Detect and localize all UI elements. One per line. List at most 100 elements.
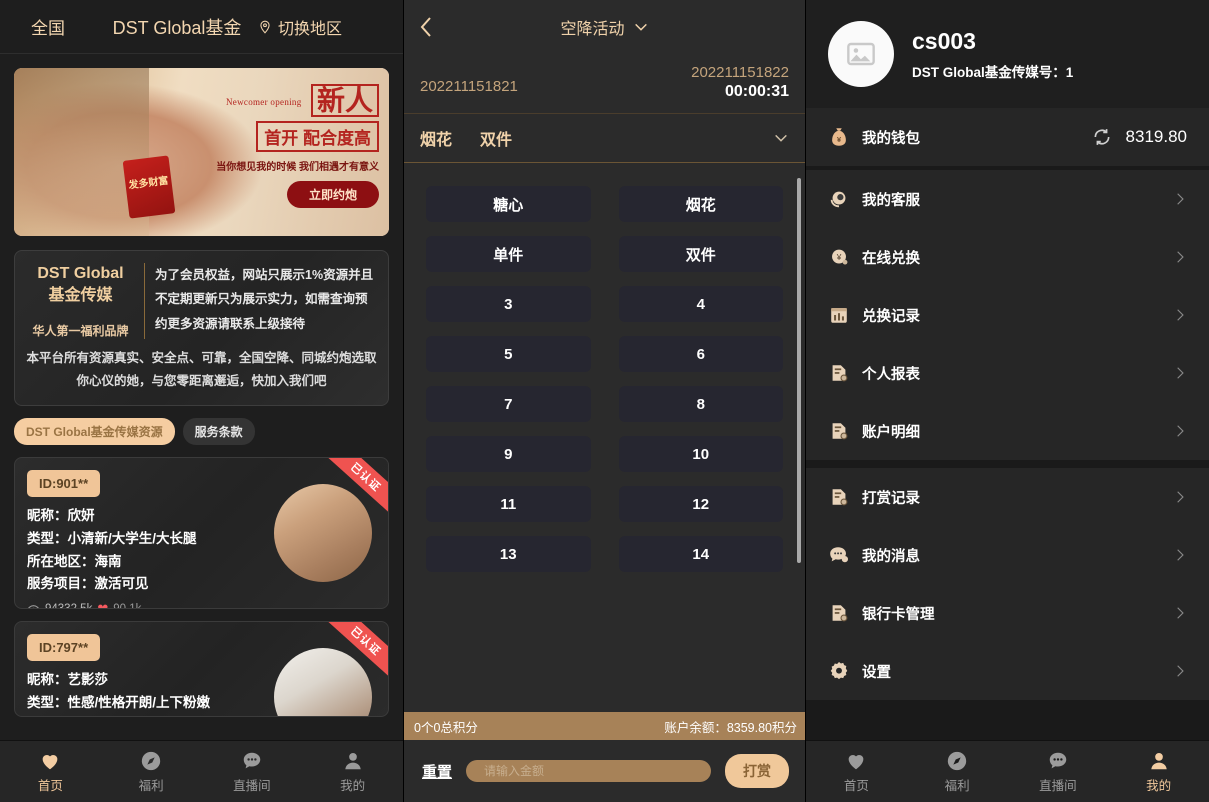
bet-option-button[interactable]: 11 bbox=[426, 486, 591, 522]
previous-round-id: 202211151821 bbox=[420, 78, 518, 95]
profile-stats: 94332.5k ❤ 90.1k bbox=[27, 601, 376, 609]
tag-resources[interactable]: DST Global基金传媒资源 bbox=[14, 418, 175, 446]
sidebar-item-mine[interactable]: 我的 bbox=[302, 741, 403, 802]
info-brand-line2: 基金传媒 bbox=[48, 286, 113, 304]
nav-label: 福利 bbox=[138, 778, 164, 793]
bet-option-button[interactable]: 单件 bbox=[426, 236, 591, 272]
nickname-label: 昵称： bbox=[27, 508, 68, 524]
wallet-row[interactable]: ¥ 我的钱包 8319.80 bbox=[806, 108, 1209, 166]
current-round-id: 202211151822 bbox=[691, 64, 789, 81]
right-bottom-nav: 首页 福利 直播间 我的 bbox=[806, 740, 1209, 802]
bet-option-button[interactable]: 14 bbox=[618, 536, 783, 572]
chevron-right-icon bbox=[1177, 425, 1184, 437]
amount-input[interactable] bbox=[466, 760, 711, 782]
sidebar-item-welfare[interactable]: 福利 bbox=[907, 741, 1008, 802]
likes-count: 90.1k bbox=[113, 603, 142, 610]
menu-item-yen-coin[interactable]: ¥ 在线兑换 bbox=[806, 228, 1209, 286]
service-value: 激活可见 bbox=[94, 576, 149, 592]
banner-cta-button[interactable]: 立即约炮 bbox=[286, 181, 379, 209]
sidebar-item-liveroom[interactable]: 直播间 bbox=[1008, 741, 1109, 802]
chevron-right-icon bbox=[1177, 193, 1184, 205]
sidebar-item-welfare[interactable]: 福利 bbox=[101, 741, 202, 802]
bet-option-button[interactable]: 13 bbox=[426, 536, 591, 572]
menu-item-label: 在线兑换 bbox=[862, 250, 920, 267]
chevron-right-icon bbox=[1177, 491, 1184, 503]
sidebar-item-home[interactable]: 首页 bbox=[806, 741, 907, 802]
countdown-timer: 00:00:31 bbox=[724, 83, 789, 100]
menu-item-label: 个人报表 bbox=[862, 366, 920, 383]
scrollbar[interactable] bbox=[797, 178, 801, 563]
menu-item-label: 设置 bbox=[862, 664, 891, 681]
info-bottom-text: 本平台所有资源真实、安全点、可靠，全国空降、同城约炮选取你心仪的她，与您零距离邂… bbox=[26, 351, 377, 389]
profile-id-badge: ID:797** bbox=[27, 634, 101, 662]
menu-item-headset[interactable]: 我的客服 bbox=[806, 170, 1209, 228]
category-row[interactable]: 烟花 双件 bbox=[404, 114, 805, 163]
points-selected: 0个0总积分 bbox=[414, 720, 478, 735]
chat-bubble-icon bbox=[830, 547, 848, 563]
menu-item-document[interactable]: 个人报表 bbox=[806, 344, 1209, 402]
submit-reward-button[interactable]: 打赏 bbox=[725, 754, 789, 788]
account-name: cs003 bbox=[912, 27, 976, 54]
bet-option-button[interactable]: 烟花 bbox=[618, 186, 783, 222]
document-icon bbox=[832, 423, 848, 440]
list-item[interactable]: 已认证 ID:901** 昵称：欣妍 类型：小清新/大学生/大长腿 所在地区：海… bbox=[14, 457, 389, 610]
location-pin-icon bbox=[260, 20, 270, 34]
sidebar-item-liveroom[interactable]: 直播间 bbox=[202, 741, 303, 802]
bet-option-button[interactable]: 3 bbox=[426, 286, 591, 322]
tag-terms[interactable]: 服务条款 bbox=[182, 418, 255, 446]
bet-grid-inner: 糖心 烟花 单件 双件 3 4 5 6 7 8 9 10 11 12 13 14 bbox=[426, 186, 783, 572]
left-panel-home: 全国 DST Global基金 切换地区 发多财富 Newcomer openi… bbox=[0, 0, 403, 802]
region-selector[interactable]: 全国 bbox=[0, 14, 96, 39]
profile-photo bbox=[274, 648, 372, 717]
chevron-down-icon[interactable] bbox=[773, 130, 789, 146]
bet-option-button[interactable]: 糖心 bbox=[426, 186, 591, 222]
avatar[interactable] bbox=[828, 21, 894, 87]
bet-option-button[interactable]: 6 bbox=[618, 336, 783, 372]
bet-option-button[interactable]: 4 bbox=[618, 286, 783, 322]
menu-item-document[interactable]: 打赏记录 bbox=[806, 468, 1209, 526]
profile-id-badge: ID:901** bbox=[27, 470, 101, 498]
sidebar-item-mine[interactable]: 我的 bbox=[1108, 741, 1209, 802]
nav-label: 首页 bbox=[37, 778, 63, 793]
menu-item-calendar-chart[interactable]: 兑换记录 bbox=[806, 286, 1209, 344]
type-value: 小清新/大学生/大长腿 bbox=[67, 531, 197, 547]
category-name-1: 烟花 bbox=[420, 132, 453, 149]
category-name-2: 双件 bbox=[480, 132, 513, 149]
bet-option-button[interactable]: 5 bbox=[426, 336, 591, 372]
refresh-icon[interactable] bbox=[1092, 127, 1112, 147]
menu-item-document[interactable]: 银行卡管理 bbox=[806, 584, 1209, 642]
image-placeholder-icon bbox=[847, 42, 875, 66]
bet-option-button[interactable]: 7 bbox=[426, 386, 591, 422]
menu-item-gear[interactable]: 设置 bbox=[806, 642, 1209, 700]
type-value: 性感/性格开朗/上下粉嫩 bbox=[67, 695, 211, 711]
bet-option-button[interactable]: 10 bbox=[618, 436, 783, 472]
type-label: 类型： bbox=[27, 531, 68, 547]
bet-option-button[interactable]: 双件 bbox=[618, 236, 783, 272]
banner-subline: 首开 配合度高 bbox=[256, 121, 379, 153]
sidebar-item-home[interactable]: 首页 bbox=[0, 741, 101, 802]
compass-icon bbox=[141, 751, 161, 770]
list-item[interactable]: 已认证 ID:797** 昵称：艺影莎 类型：性感/性格开朗/上下粉嫩 bbox=[14, 621, 389, 718]
heart-icon bbox=[849, 754, 864, 769]
heart-icon: ❤ bbox=[97, 601, 109, 610]
bet-option-button[interactable]: 8 bbox=[618, 386, 783, 422]
activity-title-dropdown[interactable]: 空降活动 bbox=[448, 15, 761, 39]
profile-photo bbox=[274, 484, 372, 583]
info-card: DST Global 基金传媒 华人第一福利品牌 为了会员权益，网站只展示1%资… bbox=[14, 250, 389, 407]
region-label: 所在地区： bbox=[27, 553, 95, 569]
bet-option-button[interactable]: 9 bbox=[426, 436, 591, 472]
switch-region-button[interactable]: 切换地区 bbox=[258, 15, 403, 39]
menu-item-chat-bubble[interactable]: 我的消息 bbox=[806, 526, 1209, 584]
eye-icon bbox=[27, 604, 40, 609]
reset-button[interactable]: 重置 bbox=[422, 761, 452, 782]
banner-desc: 当你想见我的时候 我们相遇才有意义 bbox=[216, 162, 379, 174]
menu-item-document[interactable]: 账户明细 bbox=[806, 402, 1209, 460]
promo-banner[interactable]: 发多财富 Newcomer opening 新人 首开 配合度高 当你想见我的时… bbox=[14, 68, 389, 236]
chevron-right-icon bbox=[1177, 367, 1184, 379]
svg-text:¥: ¥ bbox=[836, 253, 842, 262]
banner-text-block: Newcomer opening 新人 首开 配合度高 当你想见我的时候 我们相… bbox=[169, 84, 379, 209]
bet-option-button[interactable]: 12 bbox=[618, 486, 783, 522]
nav-label: 我的 bbox=[1146, 778, 1172, 793]
back-button[interactable] bbox=[404, 15, 448, 39]
nav-label: 直播间 bbox=[233, 778, 271, 793]
